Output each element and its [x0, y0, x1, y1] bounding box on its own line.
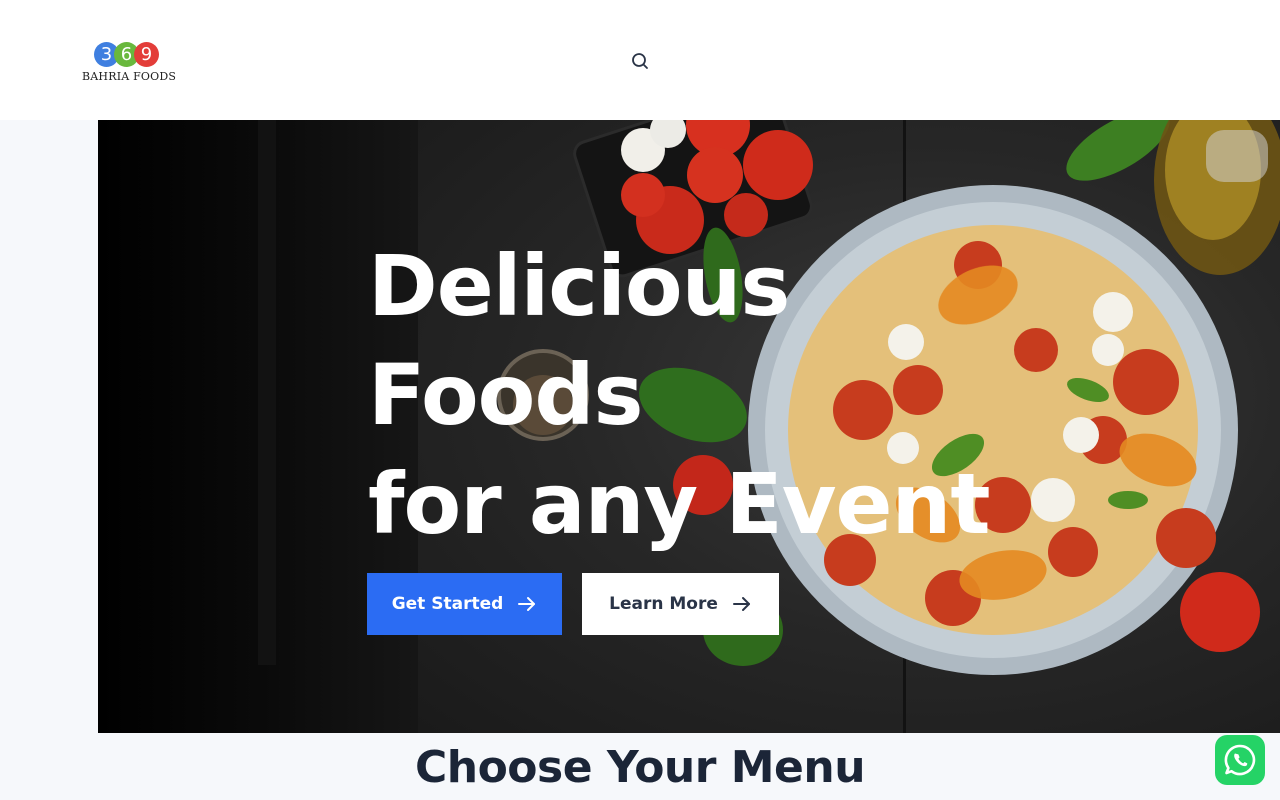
search-button[interactable] [628, 49, 652, 73]
whatsapp-icon [1224, 744, 1256, 776]
arrow-right-icon [518, 597, 536, 611]
tomato [1180, 572, 1260, 652]
section-title: Choose Your Menu [414, 742, 866, 793]
hero-title: Delicious Foods for any Event [368, 232, 990, 559]
hero-title-line: Delicious [368, 237, 790, 335]
search-icon [632, 53, 648, 69]
get-started-label: Get Started [391, 594, 504, 614]
whatsapp-chat-button[interactable] [1215, 735, 1265, 785]
logo[interactable]: 3 6 9 BAHRIA FOODS [82, 42, 177, 86]
hero-title-line: for any Event [368, 455, 990, 553]
hero-banner: Delicious Foods for any Event Get Starte… [98, 120, 1280, 733]
logo-digit: 9 [134, 42, 159, 67]
oil-jar [1154, 120, 1280, 275]
learn-more-label: Learn More [609, 594, 718, 614]
logo-mark: 3 6 9 [94, 42, 160, 68]
get-started-button[interactable]: Get Started [367, 573, 562, 635]
logo-text: BAHRIA FOODS [82, 70, 177, 83]
learn-more-button[interactable]: Learn More [582, 573, 779, 635]
arrow-right-icon [732, 597, 750, 611]
site-header: 3 6 9 BAHRIA FOODS [0, 0, 1280, 120]
hero-title-line: Foods [368, 346, 644, 444]
